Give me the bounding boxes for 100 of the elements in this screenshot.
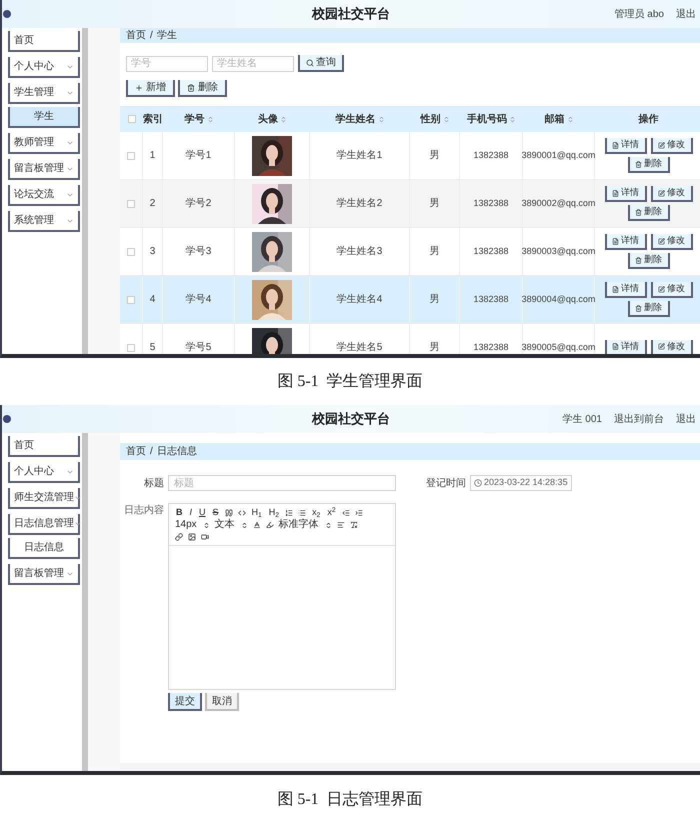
sidebar-item[interactable]: 首页 bbox=[8, 31, 80, 52]
breadcrumb-link[interactable]: 首页 bbox=[126, 444, 146, 459]
sort-icon bbox=[324, 522, 332, 528]
plus-icon bbox=[135, 84, 143, 92]
table-cell-text: 男 bbox=[430, 293, 440, 307]
sidebar-item[interactable]: 留言板管理 bbox=[8, 564, 80, 585]
format-button[interactable] bbox=[252, 521, 261, 529]
sort-icon bbox=[202, 522, 210, 528]
pen-icon bbox=[658, 286, 665, 292]
checkbox[interactable] bbox=[127, 248, 135, 256]
sidebar-item[interactable]: 学生管理 bbox=[8, 83, 80, 104]
row-action-button[interactable]: 修改 bbox=[650, 138, 692, 154]
sidebar-item[interactable]: 个人中心 bbox=[8, 57, 80, 78]
rich-text-editor[interactable]: B I U S H$_{1}$ H$_{2}$ x$_{2}$ x$^{2}$ 14px 文本 标准字体 bbox=[168, 503, 396, 690]
document-icon bbox=[612, 343, 619, 350]
submit-button[interactable]: 提交 bbox=[168, 693, 202, 711]
search-field[interactable]: 学生姓名 bbox=[212, 56, 294, 72]
sidebar-subitem[interactable]: 日志信息 bbox=[8, 538, 80, 559]
numbered-list-icon bbox=[285, 508, 294, 516]
field-label: 标题 bbox=[143, 476, 164, 490]
format-button[interactable]: H$_{1}$ bbox=[250, 508, 263, 517]
format-button[interactable] bbox=[342, 508, 350, 516]
figure-caption: 图 5-1 学生管理界面 bbox=[277, 372, 423, 392]
date-time-field[interactable]: 2023-03-22 14:28:35 bbox=[470, 475, 572, 491]
sidebar-item[interactable]: 首页 bbox=[8, 436, 80, 457]
sidebar-item[interactable]: 日志信息管理 bbox=[8, 514, 80, 535]
format-button[interactable] bbox=[175, 533, 183, 541]
format-button[interactable] bbox=[238, 508, 246, 516]
title-field[interactable]: 标题 bbox=[168, 475, 396, 491]
trash-icon bbox=[635, 160, 642, 168]
toolbar-select[interactable]: 文本 bbox=[214, 520, 248, 530]
format-button[interactable] bbox=[336, 521, 345, 529]
sidebar-item[interactable]: 师生交流管理 bbox=[8, 488, 80, 509]
table-cell-text: 男 bbox=[430, 245, 440, 259]
trash-icon bbox=[187, 84, 195, 92]
breadcrumb-link[interactable]: 日志信息 bbox=[156, 444, 197, 459]
toolbar-button[interactable]: 删除 bbox=[178, 80, 227, 97]
row-action-button[interactable]: 详情 bbox=[604, 186, 646, 202]
sidebar-subitem[interactable]: 学生 bbox=[8, 107, 80, 128]
toolbar-select[interactable]: 标准字体 bbox=[278, 520, 332, 530]
search-button[interactable]: 查询 bbox=[298, 55, 344, 72]
checkbox[interactable] bbox=[127, 152, 135, 160]
table-cell-text: 学生姓名2 bbox=[336, 196, 382, 211]
format-button[interactable]: B bbox=[175, 508, 184, 517]
checkbox[interactable] bbox=[127, 344, 135, 352]
sidebar-item[interactable]: 留言板管理 bbox=[8, 159, 80, 180]
document-icon bbox=[612, 190, 619, 196]
row-action-button[interactable]: 修改 bbox=[650, 282, 692, 298]
row-action-button[interactable]: 删除 bbox=[628, 205, 670, 221]
format-button[interactable]: S bbox=[212, 508, 220, 517]
trash-icon bbox=[635, 208, 642, 216]
format-button[interactable]: x$^{2}$ bbox=[326, 508, 337, 517]
sidebar-item[interactable]: 系统管理 bbox=[8, 211, 80, 232]
row-action-button[interactable]: 删除 bbox=[628, 157, 670, 173]
cancel-button[interactable]: 取消 bbox=[205, 693, 239, 711]
format-button[interactable]: x$_{2}$ bbox=[311, 508, 322, 517]
row-action-button[interactable]: 详情 bbox=[604, 282, 646, 298]
table-cell-text: 学生姓名5 bbox=[336, 340, 382, 354]
row-action-button[interactable]: 删除 bbox=[628, 253, 670, 269]
format-button[interactable]: I bbox=[188, 508, 194, 517]
row-action-button[interactable]: 详情 bbox=[604, 234, 646, 250]
row-action-button[interactable]: 修改 bbox=[650, 186, 692, 202]
table-cell-text: 学号3 bbox=[186, 245, 212, 259]
sidebar-item[interactable]: 个人中心 bbox=[8, 462, 80, 483]
row-action-button[interactable]: 详情 bbox=[604, 340, 646, 354]
search-field[interactable]: 学号 bbox=[126, 56, 208, 72]
row-action-button[interactable]: 删除 bbox=[628, 301, 670, 317]
header-link[interactable]: 退出到前台 bbox=[614, 412, 664, 426]
format-button[interactable] bbox=[298, 508, 306, 516]
table-cell-text: 1382388 bbox=[473, 148, 509, 162]
pen-icon bbox=[658, 142, 665, 148]
toolbar-button[interactable]: 新增 bbox=[126, 80, 175, 97]
format-button[interactable]: U bbox=[198, 508, 207, 517]
header-link[interactable]: 退出 bbox=[676, 6, 696, 22]
code-icon bbox=[238, 508, 246, 516]
sidebar-item[interactable]: 论坛交流 bbox=[8, 185, 80, 206]
breadcrumb-link[interactable]: 首页 bbox=[126, 28, 146, 43]
document-icon bbox=[612, 238, 619, 244]
sidebar-item[interactable]: 教师管理 bbox=[8, 133, 80, 154]
header-link[interactable]: 退出 bbox=[676, 412, 696, 426]
format-button[interactable] bbox=[224, 508, 233, 516]
breadcrumb-link[interactable]: 学生 bbox=[156, 28, 177, 43]
checkbox[interactable] bbox=[127, 296, 135, 304]
format-button[interactable] bbox=[201, 533, 209, 541]
row-action-button[interactable]: 详情 bbox=[604, 138, 646, 154]
format-button[interactable] bbox=[188, 533, 196, 541]
format-button[interactable] bbox=[266, 521, 274, 529]
checkbox[interactable] bbox=[128, 115, 136, 123]
link-icon bbox=[175, 533, 183, 541]
trash-icon bbox=[635, 256, 642, 264]
checkbox[interactable] bbox=[127, 200, 135, 208]
search-icon bbox=[306, 58, 314, 66]
format-button[interactable] bbox=[350, 521, 358, 529]
table-cell: 1382388 bbox=[473, 340, 509, 354]
format-button[interactable] bbox=[354, 508, 363, 516]
row-action-button[interactable]: 修改 bbox=[650, 340, 692, 354]
format-button[interactable]: H$_{2}$ bbox=[268, 508, 280, 517]
row-action-button[interactable]: 修改 bbox=[650, 234, 692, 250]
toolbar-select[interactable]: 14px bbox=[175, 520, 210, 530]
format-button[interactable] bbox=[285, 508, 294, 516]
